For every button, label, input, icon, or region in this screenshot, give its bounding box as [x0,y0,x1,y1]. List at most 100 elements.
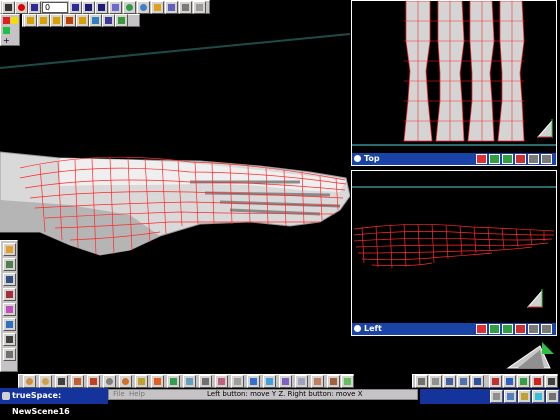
bottom-tool-1[interactable] [23,375,36,388]
shape-icon [92,17,99,24]
bottom-tool-17[interactable] [279,375,292,388]
tray-button-5[interactable] [546,390,559,403]
edit-tool-2[interactable] [429,375,442,388]
red-swatch[interactable] [3,17,10,24]
grid-icon [112,4,119,11]
forward-button[interactable] [69,1,82,14]
end-button[interactable] [95,1,108,14]
view-option-button-5[interactable] [541,154,552,164]
edit-tool-10[interactable] [545,375,558,388]
side-tool-7[interactable] [3,333,16,346]
left-viewport-label: Left [364,324,382,333]
bottom-tool-11[interactable] [183,375,196,388]
top-viewport[interactable]: Top [351,0,557,166]
view-option-button-4[interactable] [528,154,539,164]
bottom-tool-5[interactable] [87,375,100,388]
panel-button[interactable] [193,1,206,14]
left-viewport-titlebar[interactable]: Left [352,323,556,335]
object-tool-5[interactable] [76,14,89,27]
edit-tool-9[interactable] [531,375,544,388]
bottom-tool-16[interactable] [263,375,276,388]
edit-tool-6[interactable] [489,375,502,388]
object-tool-7[interactable] [102,14,115,27]
texture-icon [170,378,177,385]
edit-tool-8[interactable] [517,375,530,388]
object-tool-3[interactable] [50,14,63,27]
view-option-button-3[interactable] [515,154,526,164]
record-button[interactable] [15,1,28,14]
side-tool-2[interactable] [3,258,16,271]
bottom-tool-10[interactable] [167,375,180,388]
bottom-tool-21[interactable] [341,375,354,388]
bottom-tool-8[interactable] [135,375,148,388]
bottom-tool-2[interactable] [39,375,52,388]
view-option-button-2[interactable] [502,324,513,334]
object-tool-6[interactable] [89,14,102,27]
texture-icon [344,378,351,385]
bottom-tool-4[interactable] [71,375,84,388]
view-option-button-5[interactable] [541,324,552,334]
tray-button-1[interactable] [490,390,503,403]
scene-button[interactable] [151,1,164,14]
bottom-tool-14[interactable] [231,375,244,388]
bottom-tool-13[interactable] [215,375,228,388]
menu-help[interactable]: Help [129,390,145,399]
dock-button[interactable] [179,1,192,14]
material-button[interactable] [137,1,150,14]
edit-tool-3[interactable] [443,375,456,388]
bottom-tool-9[interactable] [151,375,164,388]
side-tool-3[interactable] [3,273,16,286]
rewind-button[interactable] [28,1,41,14]
keyframe-editor-button[interactable] [109,1,122,14]
bottom-tool-6[interactable] [103,375,116,388]
perspective-viewport[interactable] [0,0,350,372]
play-button[interactable] [82,1,95,14]
side-tool-1[interactable] [3,243,16,256]
green-swatch[interactable] [3,27,10,34]
window-button[interactable] [165,1,178,14]
frame-field[interactable]: 0 [42,2,68,13]
close-viewport-button[interactable] [476,154,487,164]
bottom-tool-7[interactable] [119,375,132,388]
bottom-tool-19[interactable] [311,375,324,388]
side-tool-5[interactable] [3,303,16,316]
navigation-widget[interactable] [500,338,556,374]
edit-tool-4[interactable] [457,375,470,388]
bottom-tool-20[interactable] [327,375,340,388]
side-tool-8[interactable] [3,348,16,361]
view-option-button-3[interactable] [515,324,526,334]
view-option-button-2[interactable] [502,154,513,164]
tray-button-4[interactable] [532,390,545,403]
edit-tool-5[interactable] [471,375,484,388]
edit-tool-1[interactable] [415,375,428,388]
bottom-tool-3[interactable] [55,375,68,388]
object-tool-8[interactable] [115,14,128,27]
object-tool-4[interactable] [63,14,76,27]
close-viewport-button[interactable] [476,324,487,334]
view-option-button-1[interactable] [489,324,500,334]
render-button[interactable] [123,1,136,14]
view-option-button-4[interactable] [528,324,539,334]
side-tool-4[interactable] [3,288,16,301]
view-option-button-1[interactable] [489,154,500,164]
menu-file[interactable]: File [113,390,125,399]
top-viewport-titlebar[interactable]: Top [352,153,556,165]
stop-button[interactable] [2,1,15,14]
bottom-tool-15[interactable] [247,375,260,388]
plus-icon[interactable]: + [3,37,17,45]
texture-icon [154,378,161,385]
bottom-tool-18[interactable] [295,375,308,388]
object-icon [6,276,13,283]
tray-button-3[interactable] [518,390,531,403]
tools-icon [6,351,13,358]
left-viewport[interactable]: Left [351,170,557,336]
object-tool-1[interactable] [24,14,37,27]
bottom-tool-12[interactable] [199,375,212,388]
edit-tool-7[interactable] [503,375,516,388]
hand-model-wireframe[interactable] [0,0,350,372]
object-tool-2[interactable] [37,14,50,27]
app-title-bar[interactable]: trueSpace: NewScene16 [0,388,108,416]
tray-button-2[interactable] [504,390,517,403]
yellow-swatch[interactable] [11,17,18,24]
side-tool-6[interactable] [3,318,16,331]
